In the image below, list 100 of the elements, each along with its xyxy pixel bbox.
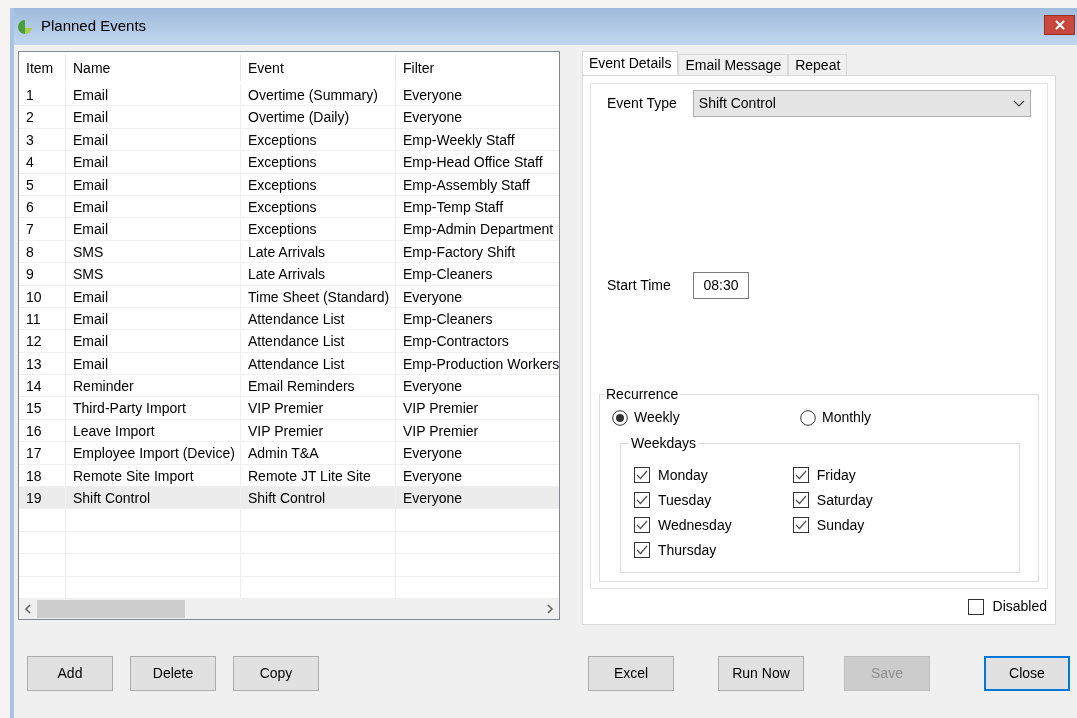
checkbox-label: Saturday (816, 490, 873, 510)
table-row[interactable]: 19 Shift Control Shift Control Everyone (19, 487, 559, 510)
checkbox[interactable] (792, 492, 809, 508)
table-cell-text: Emp-Assembly Staff (402, 175, 531, 195)
table-cell: Email (66, 195, 241, 218)
table-cell: Attendance List (241, 307, 396, 330)
table-cell: Email (66, 285, 241, 307)
radio-button[interactable] (612, 409, 628, 426)
table-cell: 5 (19, 173, 66, 195)
table-cell-text: Everyone (402, 489, 464, 509)
table-cell: 3 (19, 128, 66, 151)
table-cell: Email (66, 218, 241, 240)
column-header[interactable]: Name (66, 55, 241, 81)
field-label: Event Type (607, 94, 677, 113)
table-row[interactable]: 8 SMS Late Arrivals Emp-Factory Shift (19, 240, 559, 264)
table-cell-text: VIP Premier (402, 399, 480, 419)
checkbox-label: Tuesday (658, 490, 712, 510)
column-header[interactable]: Event (241, 55, 396, 81)
table-row[interactable]: 12 Email Attendance List Emp-Contractors (19, 330, 559, 353)
checkbox[interactable] (634, 542, 650, 558)
table-row[interactable]: 6 Email Exceptions Emp-Temp Staff (19, 195, 559, 219)
table-cell-text: Everyone (402, 287, 464, 307)
table-cell: Third-Party Import (66, 397, 241, 419)
table-cell-text: Emp-Weekly Staff (402, 130, 516, 150)
column-header[interactable]: Filter (396, 55, 559, 81)
checkbox[interactable] (634, 492, 650, 508)
table-cell: Exceptions (241, 218, 396, 240)
table-cell-text: Emp-Cleaners (402, 265, 494, 285)
horizontal-scrollbar[interactable] (19, 599, 559, 619)
table-row[interactable]: 10 Email Time Sheet (Standard) Everyone (19, 285, 559, 308)
table-cell: Leave Import (66, 419, 241, 442)
table-row[interactable]: 17 Employee Import (Device) Admin T&A Everyone (19, 442, 559, 465)
column-header[interactable]: Item (19, 55, 66, 81)
group-title: Weekdays (629, 434, 699, 452)
table-cell: SMS (66, 263, 241, 285)
radio-button[interactable] (800, 409, 816, 426)
table-cell-text: Everyone (402, 86, 464, 105)
table-row[interactable]: 5 Email Exceptions Emp-Assembly Staff (19, 173, 559, 196)
close-button[interactable] (1044, 14, 1075, 35)
checkbox-label: Friday (816, 465, 856, 485)
table-cell: 2 (19, 106, 66, 128)
table-cell: 7 (19, 218, 66, 240)
tab[interactable]: Event Details (582, 51, 679, 75)
table-cell: Email (66, 106, 241, 128)
table-row[interactable]: 9 SMS Late Arrivals Emp-Cleaners (19, 263, 559, 286)
table-cell-text: Everyone (402, 466, 464, 486)
table-cell: Time Sheet (Standard) (241, 285, 396, 307)
tab[interactable]: Repeat (788, 54, 848, 75)
table-row[interactable]: 3 Email Exceptions Emp-Weekly Staff (19, 128, 559, 152)
checkbox-label: Thursday (658, 540, 717, 560)
table-row[interactable]: 15 Third-Party Import VIP Premier VIP Premier (19, 397, 559, 420)
table-row[interactable]: 13 Email Attendance List Emp-Production Workers (19, 352, 559, 376)
table-cell: Remote JT Lite Site (241, 464, 396, 487)
table-cell: Overtime (Summary) (241, 84, 396, 106)
checkbox[interactable] (634, 517, 650, 533)
table-row[interactable]: 4 Email Exceptions Emp-Head Office Staff (19, 151, 559, 174)
table-cell: 9 (19, 263, 66, 285)
button[interactable]: Close (984, 656, 1070, 691)
table-row[interactable]: 2 Email Overtime (Daily) Everyone (19, 106, 559, 129)
table-cell: Email (66, 307, 241, 330)
table-cell: Shift Control (241, 487, 396, 509)
table-cell: 19 (19, 487, 66, 509)
button[interactable]: Run Now (718, 656, 804, 691)
close-icon (1054, 19, 1065, 30)
table-cell: Exceptions (241, 151, 396, 173)
table-cell: 16 (19, 419, 66, 442)
button[interactable]: Excel (588, 656, 674, 691)
table-cell: 4 (19, 151, 66, 173)
table-cell-text: Emp-Production Workers (402, 354, 559, 374)
table-row[interactable]: 14 Reminder Email Reminders Everyone (19, 375, 559, 398)
table-cell: Email Reminders (241, 375, 396, 397)
checkbox[interactable] (792, 467, 809, 483)
option-label: Monthly (822, 408, 872, 427)
table-cell: 1 (19, 84, 66, 106)
checkbox-label: Wednesday (658, 515, 732, 535)
table-row[interactable]: 7 Email Exceptions Emp-Admin Department (19, 218, 559, 241)
scrollbar-thumb[interactable] (37, 600, 185, 618)
table-row[interactable]: 16 Leave Import VIP Premier VIP Premier (19, 419, 559, 443)
table-cell: Exceptions (241, 128, 396, 151)
button[interactable]: Copy (233, 656, 319, 691)
table-cell-text: Emp-Head Office Staff (402, 153, 544, 173)
table-row[interactable]: 11 Email Attendance List Emp-Cleaners (19, 307, 559, 331)
button[interactable]: Delete (130, 656, 216, 691)
table-cell-text: Emp-Factory Shift (402, 242, 517, 262)
button[interactable]: Add (27, 656, 113, 691)
checkbox[interactable] (967, 598, 984, 615)
table-cell: Email (66, 330, 241, 352)
table-cell: Exceptions (241, 173, 396, 195)
table-cell: 15 (19, 397, 66, 419)
table-cell: Exceptions (241, 195, 396, 218)
tab[interactable]: Email Message (678, 54, 789, 75)
event-type-dropdown[interactable]: Shift Control (692, 90, 1031, 117)
start-time-field[interactable]: 08:30 (693, 272, 749, 299)
table-cell-text: Emp-Contractors (402, 332, 510, 352)
table-cell: Email (66, 173, 241, 195)
checkbox[interactable] (634, 467, 650, 483)
checkbox[interactable] (792, 517, 809, 533)
table-row[interactable]: 1 Email Overtime (Summary) Everyone (19, 84, 559, 107)
table-cell: Employee Import (Device) (66, 442, 241, 464)
table-cell: 13 (19, 352, 66, 375)
